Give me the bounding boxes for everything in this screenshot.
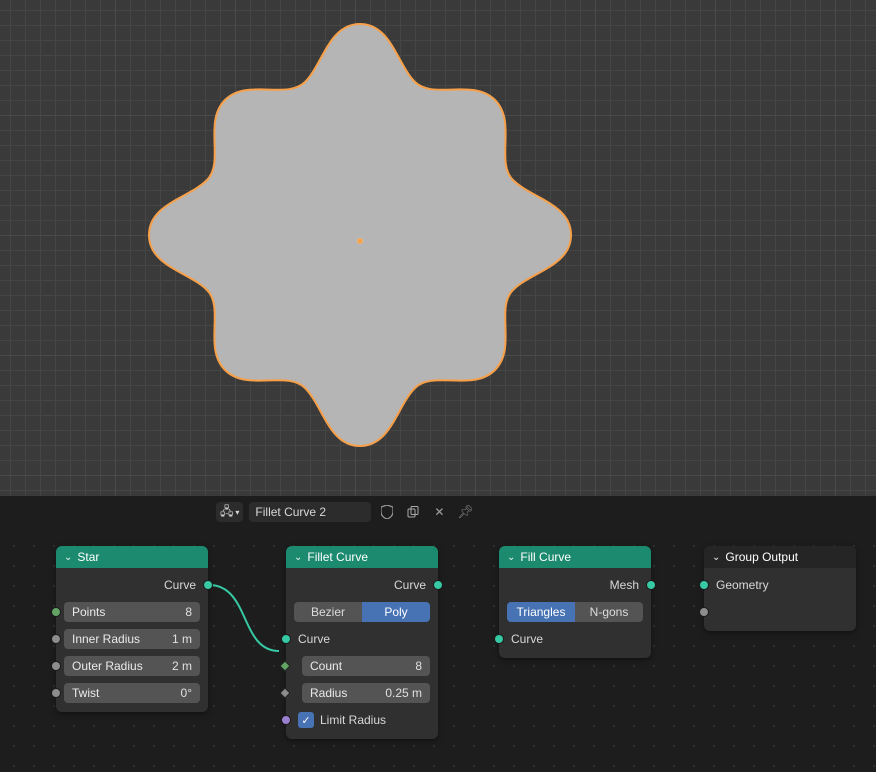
node-tree-icon: 🖧: [220, 502, 233, 523]
pin-icon[interactable]: 📌︎: [455, 502, 475, 522]
node-group-output[interactable]: ⌄ Group Output Geometry: [704, 546, 856, 631]
node-header-group-output[interactable]: ⌄ Group Output: [704, 546, 856, 568]
node-editor[interactable]: ⌄ Star Curve Points8 Inner Radius1 m Out…: [0, 532, 876, 772]
option-poly[interactable]: Poly: [362, 602, 430, 622]
node-editor-header: 🖧 ▾ Fillet Curve 2 ✕ 📌︎: [0, 496, 876, 532]
option-triangles[interactable]: Triangles: [507, 602, 575, 622]
node-header-star[interactable]: ⌄ Star: [56, 546, 208, 568]
field-twist[interactable]: Twist0°: [64, 682, 200, 704]
viewport-3d[interactable]: [0, 0, 876, 496]
datablock-type-dropdown[interactable]: 🖧 ▾: [216, 502, 243, 522]
socket-out-curve: Curve: [294, 574, 430, 596]
node-star[interactable]: ⌄ Star Curve Points8 Inner Radius1 m Out…: [56, 546, 208, 712]
node-title: Group Output: [725, 550, 798, 564]
field-outer-radius[interactable]: Outer Radius2 m: [64, 655, 200, 677]
datablock-name-field[interactable]: Fillet Curve 2: [249, 502, 371, 522]
node-header-fillet[interactable]: ⌄ Fillet Curve: [286, 546, 438, 568]
field-inner-radius[interactable]: Inner Radius1 m: [64, 628, 200, 650]
node-title: Fill Curve: [520, 550, 571, 564]
toggle-fillet-mode[interactable]: Bezier Poly: [294, 601, 430, 623]
socket-in-extend: [712, 601, 848, 623]
socket-in-curve: Curve: [507, 628, 643, 650]
field-radius[interactable]: Radius0.25 m: [294, 682, 430, 704]
checkbox-limit-radius[interactable]: ✓ Limit Radius: [294, 709, 430, 731]
field-points[interactable]: Points8: [64, 601, 200, 623]
chevron-down-icon: ⌄: [64, 552, 72, 563]
chevron-down-icon: ⌄: [294, 552, 302, 563]
node-header-fill[interactable]: ⌄ Fill Curve: [499, 546, 651, 568]
option-ngons[interactable]: N-gons: [575, 602, 643, 622]
duplicate-icon[interactable]: [403, 502, 423, 522]
socket-in-curve: Curve: [294, 628, 430, 650]
socket-in-geometry: Geometry: [712, 574, 848, 596]
shield-icon[interactable]: [377, 502, 397, 522]
node-title: Star: [77, 550, 99, 564]
node-title: Fillet Curve: [307, 550, 368, 564]
field-count[interactable]: Count8: [294, 655, 430, 677]
check-icon: ✓: [298, 712, 314, 728]
node-fill-curve[interactable]: ⌄ Fill Curve Mesh Triangles N-gons Curve: [499, 546, 651, 658]
node-fillet-curve[interactable]: ⌄ Fillet Curve Curve Bezier Poly Curve C…: [286, 546, 438, 739]
chevron-down-icon: ▾: [235, 508, 239, 517]
toggle-fill-mode[interactable]: Triangles N-gons: [507, 601, 643, 623]
chevron-down-icon: ⌄: [507, 552, 515, 563]
option-bezier[interactable]: Bezier: [294, 602, 362, 622]
chevron-down-icon: ⌄: [712, 552, 720, 563]
socket-out-curve: Curve: [64, 574, 200, 596]
unlink-icon[interactable]: ✕: [429, 502, 449, 522]
origin-indicator: [357, 238, 363, 244]
socket-out-mesh: Mesh: [507, 574, 643, 596]
